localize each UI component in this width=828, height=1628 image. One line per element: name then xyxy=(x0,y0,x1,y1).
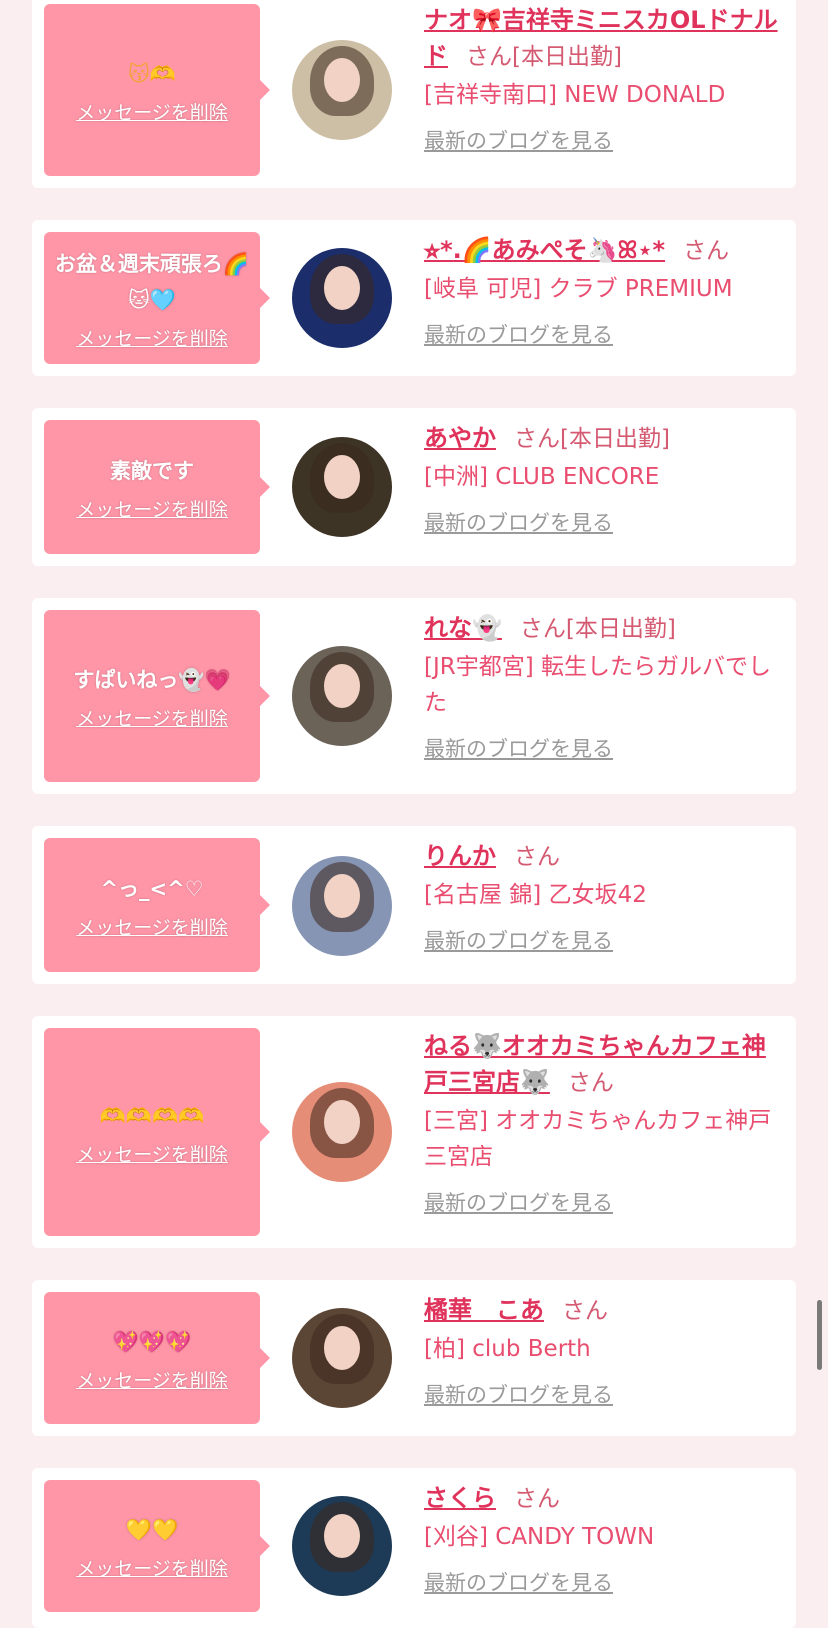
latest-blog-link[interactable]: 最新のブログを見る xyxy=(424,1187,613,1217)
cast-name-link[interactable]: 橘華 こあ xyxy=(424,1296,544,1324)
avatar[interactable] xyxy=(292,646,392,746)
san-label: さん xyxy=(514,426,560,452)
san-label: さん xyxy=(562,1298,608,1324)
shop-name: [名古屋 錦] 乙女坂42 xyxy=(424,882,647,908)
latest-blog-link[interactable]: 最新のブログを見る xyxy=(424,507,613,537)
avatar[interactable] xyxy=(292,1308,392,1408)
attendance-badge: [本日出勤] xyxy=(512,44,622,70)
message-bubble: ^っ_<^♡ メッセージを削除 xyxy=(44,838,270,972)
list-item: ^っ_<^♡ メッセージを削除 りんか さん [名古屋 錦] 乙女坂42 最新のブ… xyxy=(32,826,796,984)
san-label: さん xyxy=(683,238,730,264)
message-text: 😽🫶 xyxy=(127,61,177,86)
list-item: お盆＆週末頑張ろ🌈🐱🩵 メッセージを削除 ⭐︎*.🌈あみぺそ🦄ꕤ⋆* さん [岐阜… xyxy=(32,220,796,376)
san-label: さん xyxy=(514,1486,560,1512)
shop-name: [刈谷] CANDY TOWN xyxy=(424,1524,655,1550)
message-bubble: 😽🫶 メッセージを削除 xyxy=(44,4,270,176)
name-line: りんか さん xyxy=(424,838,784,875)
delete-message-link[interactable]: メッセージを削除 xyxy=(76,98,228,125)
latest-blog-link[interactable]: 最新のブログを見る xyxy=(424,1567,613,1597)
latest-blog-link[interactable]: 最新のブログを見る xyxy=(424,925,613,955)
avatar[interactable] xyxy=(292,1496,392,1596)
message-text: 💛💛 xyxy=(125,1517,179,1542)
list-item: 素敵です メッセージを削除 あやか さん[本日出勤] [中洲] CLUB ENCO… xyxy=(32,408,796,566)
cast-info: れな👻 さん[本日出勤] [JR宇都宮] 転生したらガルバでした 最新のブログを見… xyxy=(424,610,784,763)
latest-blog-link[interactable]: 最新のブログを見る xyxy=(424,733,613,763)
name-line: ⭐︎*.🌈あみぺそ🦄ꕤ⋆* さん xyxy=(424,232,784,269)
avatar[interactable] xyxy=(292,856,392,956)
avatar[interactable] xyxy=(292,40,392,140)
message-text: お盆＆週末頑張ろ🌈🐱🩵 xyxy=(54,251,250,312)
san-label: さん xyxy=(519,616,566,642)
delete-message-link[interactable]: メッセージを削除 xyxy=(76,913,228,940)
shop-name: [吉祥寺南口] NEW DONALD xyxy=(424,82,726,108)
name-line: さくら さん xyxy=(424,1480,784,1517)
delete-message-link[interactable]: メッセージを削除 xyxy=(76,1140,228,1167)
message-text: 💖💖💖 xyxy=(112,1329,192,1354)
avatar[interactable] xyxy=(292,248,392,348)
shop-name: [中洲] CLUB ENCORE xyxy=(424,464,660,490)
san-label: さん xyxy=(514,844,560,870)
cast-info: 橘華 こあ さん [柏] club Berth 最新のブログを見る xyxy=(424,1292,784,1409)
shop-name: [三宮] オオカミちゃんカフェ神戸三宮店 xyxy=(424,1108,772,1170)
cast-info: ⭐︎*.🌈あみぺそ🦄ꕤ⋆* さん [岐阜 可児] クラブ PREMIUM 最新のブ… xyxy=(424,232,784,349)
message-text: 🫶🫶🫶🫶 xyxy=(99,1103,205,1128)
list-item: すぱいねっ👻💗 メッセージを削除 れな👻 さん[本日出勤] [JR宇都宮] 転生し… xyxy=(32,598,796,794)
message-text: ^っ_<^♡ xyxy=(100,876,204,901)
latest-blog-link[interactable]: 最新のブログを見る xyxy=(424,125,613,155)
message-bubble: すぱいねっ👻💗 メッセージを削除 xyxy=(44,610,270,782)
latest-blog-link[interactable]: 最新のブログを見る xyxy=(424,319,613,349)
message-bubble: 素敵です メッセージを削除 xyxy=(44,420,270,554)
list-item: 🫶🫶🫶🫶 メッセージを削除 ねる🐺オオカミちゃんカフェ神戸三宮店🐺 さん [三宮]… xyxy=(32,1016,796,1248)
message-text: すぱいねっ👻💗 xyxy=(73,667,231,692)
attendance-badge: [本日出勤] xyxy=(565,616,676,642)
cast-info: あやか さん[本日出勤] [中洲] CLUB ENCORE 最新のブログを見る xyxy=(424,420,784,537)
list-item: 💖💖💖 メッセージを削除 橘華 こあ さん [柏] club Berth 最新のブ… xyxy=(32,1280,796,1436)
cast-name-link[interactable]: ⭐︎*.🌈あみぺそ🦄ꕤ⋆* xyxy=(424,236,665,264)
message-bubble: お盆＆週末頑張ろ🌈🐱🩵 メッセージを削除 xyxy=(44,232,270,364)
name-line: ねる🐺オオカミちゃんカフェ神戸三宮店🐺 さん xyxy=(424,1028,784,1101)
name-line: れな👻 さん[本日出勤] xyxy=(424,610,784,647)
delete-message-link[interactable]: メッセージを削除 xyxy=(76,1366,228,1393)
name-line: 橘華 こあ さん xyxy=(424,1292,784,1329)
cast-info: ナオ🎀吉祥寺ミニスカOLドナルド さん[本日出勤] [吉祥寺南口] NEW DON… xyxy=(424,2,784,155)
delete-message-link[interactable]: メッセージを削除 xyxy=(76,704,228,731)
cast-name-link[interactable]: あやか xyxy=(424,424,496,452)
avatar[interactable] xyxy=(292,437,392,537)
cast-name-link[interactable]: りんか xyxy=(424,842,496,870)
name-line: ナオ🎀吉祥寺ミニスカOLドナルド さん[本日出勤] xyxy=(424,2,784,75)
attendance-badge: [本日出勤] xyxy=(560,426,670,452)
delete-message-link[interactable]: メッセージを削除 xyxy=(76,324,228,351)
message-bubble: 🫶🫶🫶🫶 メッセージを削除 xyxy=(44,1028,270,1236)
shop-name: [岐阜 可児] クラブ PREMIUM xyxy=(424,276,733,302)
message-bubble: 💖💖💖 メッセージを削除 xyxy=(44,1292,270,1424)
san-label: さん xyxy=(466,44,512,70)
shop-name: [柏] club Berth xyxy=(424,1336,591,1362)
shop-name: [JR宇都宮] 転生したらガルバでした xyxy=(424,654,772,716)
avatar[interactable] xyxy=(292,1082,392,1182)
cast-info: ねる🐺オオカミちゃんカフェ神戸三宮店🐺 さん [三宮] オオカミちゃんカフェ神戸三… xyxy=(424,1028,784,1217)
cast-name-link[interactable]: れな👻 xyxy=(424,614,502,642)
list-item: 😽🫶 メッセージを削除 ナオ🎀吉祥寺ミニスカOLドナルド さん[本日出勤] [吉祥… xyxy=(32,0,796,188)
scrollbar[interactable] xyxy=(817,1300,822,1370)
list-item: 💛💛 メッセージを削除 さくら さん [刈谷] CANDY TOWN 最新のブログ… xyxy=(32,1468,796,1628)
latest-blog-link[interactable]: 最新のブログを見る xyxy=(424,1379,613,1409)
message-text: 素敵です xyxy=(110,458,194,483)
delete-message-link[interactable]: メッセージを削除 xyxy=(76,1554,228,1581)
delete-message-link[interactable]: メッセージを削除 xyxy=(76,495,228,522)
cast-info: さくら さん [刈谷] CANDY TOWN 最新のブログを見る xyxy=(424,1480,784,1597)
name-line: あやか さん[本日出勤] xyxy=(424,420,784,457)
san-label: さん xyxy=(567,1070,614,1096)
cast-info: りんか さん [名古屋 錦] 乙女坂42 最新のブログを見る xyxy=(424,838,784,955)
cast-name-link[interactable]: さくら xyxy=(424,1484,496,1512)
message-bubble: 💛💛 メッセージを削除 xyxy=(44,1480,270,1612)
